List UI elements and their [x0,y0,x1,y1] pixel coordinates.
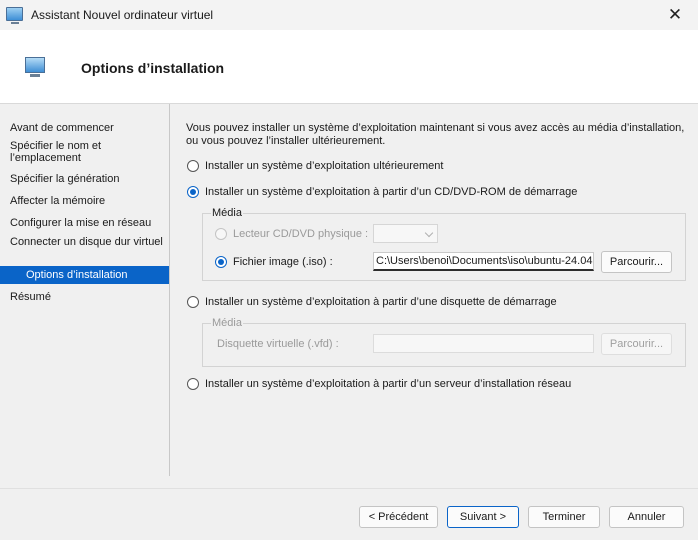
sidebar-item-before-begin[interactable]: Avant de commencer [10,122,168,134]
page-title: Options d’installation [81,60,225,76]
physical-drive-label: Lecteur CD/DVD physique : [233,228,369,240]
physical-drive-dropdown[interactable] [373,224,438,243]
cd-media-group-title: Média [211,207,243,219]
radio-install-floppy[interactable] [187,296,199,308]
radio-physical-drive[interactable] [215,228,227,240]
close-icon[interactable]: ✕ [652,0,698,30]
sidebar-item-networking[interactable]: Configurer la mise en réseau [10,217,168,229]
window-title: Assistant Nouvel ordinateur virtuel [31,8,214,22]
radio-image-file[interactable] [215,256,227,268]
radio-install-cdrom-label[interactable]: Installer un système d’exploitation à pa… [205,186,577,199]
radio-install-floppy-label[interactable]: Installer un système d’exploitation à pa… [205,296,557,309]
chevron-down-icon [424,228,434,238]
radio-install-later-label[interactable]: Installer un système d’exploitation ulté… [205,160,443,173]
sidebar-item-memory[interactable]: Affecter la mémoire [10,195,168,207]
intro-text: Vous pouvez installer un système d’explo… [186,122,685,147]
monitor-icon [25,57,45,77]
wizard-steps-sidebar: Avant de commencer Spécifier le nom et l… [0,104,170,476]
title-bar: Assistant Nouvel ordinateur virtuel ✕ [0,0,698,30]
wizard-footer: < Précédent Suivant > Terminer Annuler [0,488,698,540]
vfd-label: Disquette virtuelle (.vfd) : [217,338,339,350]
sidebar-item-summary[interactable]: Résumé [10,291,168,303]
cancel-button[interactable]: Annuler [609,506,684,528]
radio-install-network-label[interactable]: Installer un système d’exploitation à pa… [205,378,571,391]
image-file-label: Fichier image (.iso) : [233,256,333,268]
finish-button[interactable]: Terminer [528,506,600,528]
radio-install-later[interactable] [187,160,199,172]
sidebar-item-generation[interactable]: Spécifier la génération [10,173,168,185]
vfd-path-input[interactable] [373,334,594,353]
radio-install-cdrom[interactable] [187,186,199,198]
floppy-media-group-title: Média [211,317,243,329]
wizard-header: Options d’installation [0,30,698,104]
image-file-path-input[interactable]: C:\Users\benoi\Documents\iso\ubuntu-24.0… [373,252,594,271]
browse-iso-button[interactable]: Parcourir... [601,251,672,273]
next-button[interactable]: Suivant > [447,506,519,528]
sidebar-item-name-location[interactable]: Spécifier le nom et l’emplacement [10,140,168,164]
browse-vfd-button[interactable]: Parcourir... [601,333,672,355]
radio-install-network[interactable] [187,378,199,390]
previous-button[interactable]: < Précédent [359,506,438,528]
sidebar-item-installation-options[interactable]: Options d’installation [0,266,169,284]
main-content: Vous pouvez installer un système d’explo… [171,104,698,488]
hyperv-monitor-icon [6,7,23,24]
sidebar-item-virtual-disk[interactable]: Connecter un disque dur virtuel [10,236,168,248]
